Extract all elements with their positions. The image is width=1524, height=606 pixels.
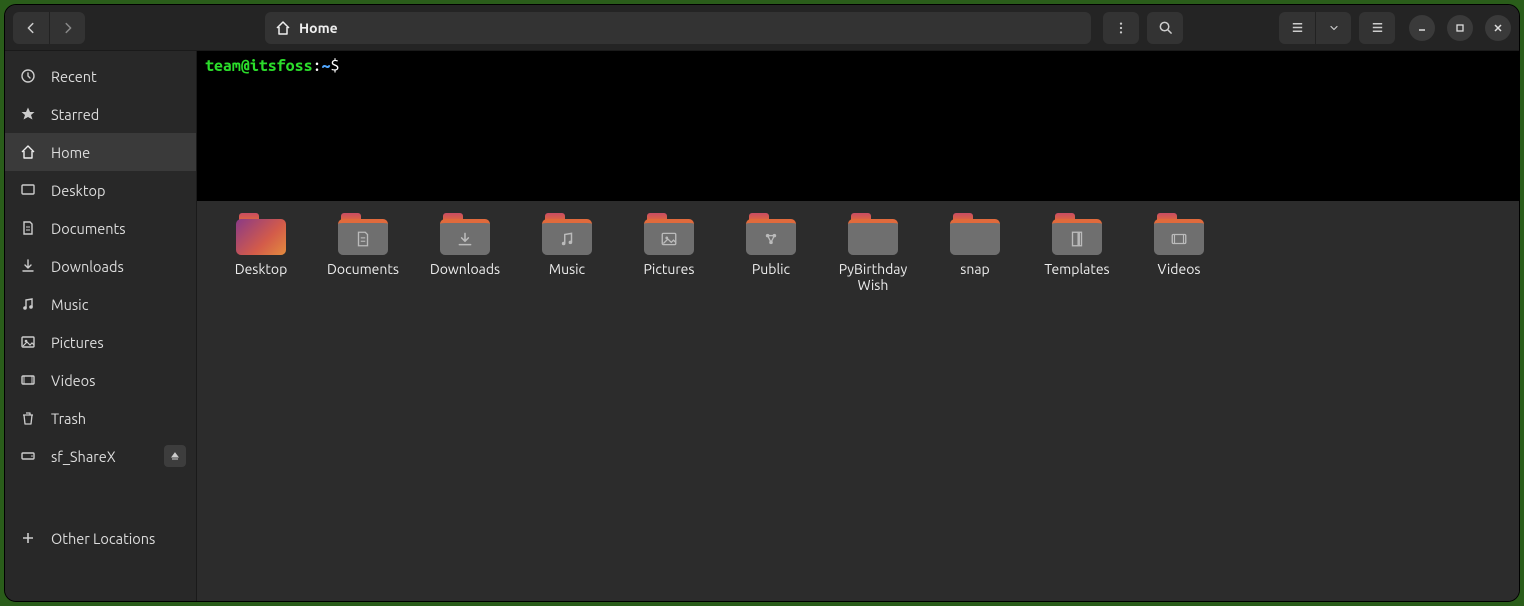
home-icon bbox=[275, 20, 291, 36]
folder-icon bbox=[1052, 213, 1102, 255]
sidebar: Recent Starred Home Desktop bbox=[5, 51, 197, 601]
path-location: Home bbox=[299, 20, 338, 36]
sidebar-item-desktop[interactable]: Desktop bbox=[5, 171, 196, 209]
sidebar-item-label: Other Locations bbox=[51, 530, 155, 547]
sidebar-item-label: Home bbox=[51, 144, 90, 161]
video-icon bbox=[19, 372, 37, 388]
clock-icon bbox=[19, 68, 37, 84]
terminal-colon: : bbox=[313, 57, 322, 75]
file-label: Templates bbox=[1044, 261, 1109, 277]
file-label: Desktop bbox=[235, 261, 288, 277]
window-controls bbox=[1409, 15, 1511, 41]
file-item-pictures[interactable]: Pictures bbox=[621, 211, 717, 293]
sidebar-item-videos[interactable]: Videos bbox=[5, 361, 196, 399]
sidebar-item-label: Trash bbox=[51, 410, 86, 427]
download-icon bbox=[19, 258, 37, 274]
folder-icon bbox=[644, 213, 694, 255]
main-pane: team@itsfoss:~$ Desktop Documents bbox=[197, 51, 1519, 601]
file-item-downloads[interactable]: Downloads bbox=[417, 211, 513, 293]
maximize-button[interactable] bbox=[1447, 15, 1473, 41]
folder-icon bbox=[746, 213, 796, 255]
nav-buttons bbox=[13, 12, 85, 44]
desktop-folder-icon bbox=[236, 213, 286, 255]
sidebar-item-home[interactable]: Home bbox=[5, 133, 196, 171]
file-item-music[interactable]: Music bbox=[519, 211, 615, 293]
list-view-button[interactable] bbox=[1279, 12, 1315, 44]
sidebar-item-other-locations[interactable]: Other Locations bbox=[5, 519, 196, 557]
file-label: Pictures bbox=[644, 261, 695, 277]
sidebar-item-label: Starred bbox=[51, 106, 99, 123]
sidebar-item-documents[interactable]: Documents bbox=[5, 209, 196, 247]
terminal-user: team bbox=[205, 57, 241, 75]
hamburger-menu-button[interactable] bbox=[1359, 12, 1395, 44]
file-label: Downloads bbox=[430, 261, 500, 277]
folder-icon bbox=[1154, 213, 1204, 255]
trash-icon bbox=[19, 410, 37, 426]
path-bar[interactable]: Home bbox=[265, 12, 1091, 44]
terminal-host: itsfoss bbox=[250, 57, 313, 75]
file-item-documents[interactable]: Documents bbox=[315, 211, 411, 293]
terminal-at: @ bbox=[241, 57, 250, 75]
headerbar: Home bbox=[5, 5, 1519, 51]
file-grid: Desktop Documents bbox=[197, 201, 1519, 601]
folder-icon bbox=[848, 213, 898, 255]
sidebar-item-label: Downloads bbox=[51, 258, 124, 275]
plus-icon bbox=[19, 530, 37, 546]
file-manager-window: Home bbox=[4, 4, 1520, 602]
star-icon bbox=[19, 106, 37, 122]
folder-icon bbox=[542, 213, 592, 255]
file-label: Public bbox=[752, 261, 790, 277]
picture-icon bbox=[19, 334, 37, 350]
desktop-icon bbox=[19, 182, 37, 198]
view-dropdown-button[interactable] bbox=[1315, 12, 1351, 44]
sidebar-item-label: Videos bbox=[51, 372, 95, 389]
window-body: Recent Starred Home Desktop bbox=[5, 51, 1519, 601]
file-label: Documents bbox=[327, 261, 399, 277]
file-label: Videos bbox=[1158, 261, 1201, 277]
file-label: snap bbox=[960, 261, 989, 277]
embedded-terminal[interactable]: team@itsfoss:~$ bbox=[197, 51, 1519, 201]
sidebar-item-label: Recent bbox=[51, 68, 97, 85]
file-item-pybirthdaywish[interactable]: PyBirthday Wish bbox=[825, 211, 921, 293]
sidebar-item-recent[interactable]: Recent bbox=[5, 57, 196, 95]
file-item-templates[interactable]: Templates bbox=[1029, 211, 1125, 293]
back-button[interactable] bbox=[13, 12, 49, 44]
folder-icon bbox=[338, 213, 388, 255]
file-label: Music bbox=[549, 261, 585, 277]
sidebar-item-downloads[interactable]: Downloads bbox=[5, 247, 196, 285]
sidebar-item-label: Desktop bbox=[51, 182, 105, 199]
sidebar-item-sfsharex[interactable]: sf_ShareX bbox=[5, 437, 196, 475]
document-icon bbox=[19, 220, 37, 236]
close-button[interactable] bbox=[1485, 15, 1511, 41]
folder-icon bbox=[950, 213, 1000, 255]
minimize-button[interactable] bbox=[1409, 15, 1435, 41]
terminal-prompt: $ bbox=[330, 57, 339, 75]
file-item-snap[interactable]: snap bbox=[927, 211, 1023, 293]
sidebar-item-label: Documents bbox=[51, 220, 126, 237]
sidebar-item-music[interactable]: Music bbox=[5, 285, 196, 323]
view-buttons bbox=[1279, 12, 1351, 44]
search-button[interactable] bbox=[1147, 12, 1183, 44]
home-icon bbox=[19, 144, 37, 160]
forward-button[interactable] bbox=[49, 12, 85, 44]
folder-icon bbox=[440, 213, 490, 255]
sidebar-item-starred[interactable]: Starred bbox=[5, 95, 196, 133]
sidebar-item-trash[interactable]: Trash bbox=[5, 399, 196, 437]
file-item-public[interactable]: Public bbox=[723, 211, 819, 293]
sidebar-item-label: Pictures bbox=[51, 334, 104, 351]
file-label: PyBirthday Wish bbox=[839, 261, 908, 293]
eject-button[interactable] bbox=[164, 445, 186, 467]
sidebar-item-label: sf_ShareX bbox=[51, 448, 116, 465]
file-item-videos[interactable]: Videos bbox=[1131, 211, 1227, 293]
sidebar-item-pictures[interactable]: Pictures bbox=[5, 323, 196, 361]
kebab-menu-button[interactable] bbox=[1103, 12, 1139, 44]
sidebar-item-label: Music bbox=[51, 296, 88, 313]
file-item-desktop[interactable]: Desktop bbox=[213, 211, 309, 293]
drive-icon bbox=[19, 448, 37, 464]
music-icon bbox=[19, 296, 37, 312]
